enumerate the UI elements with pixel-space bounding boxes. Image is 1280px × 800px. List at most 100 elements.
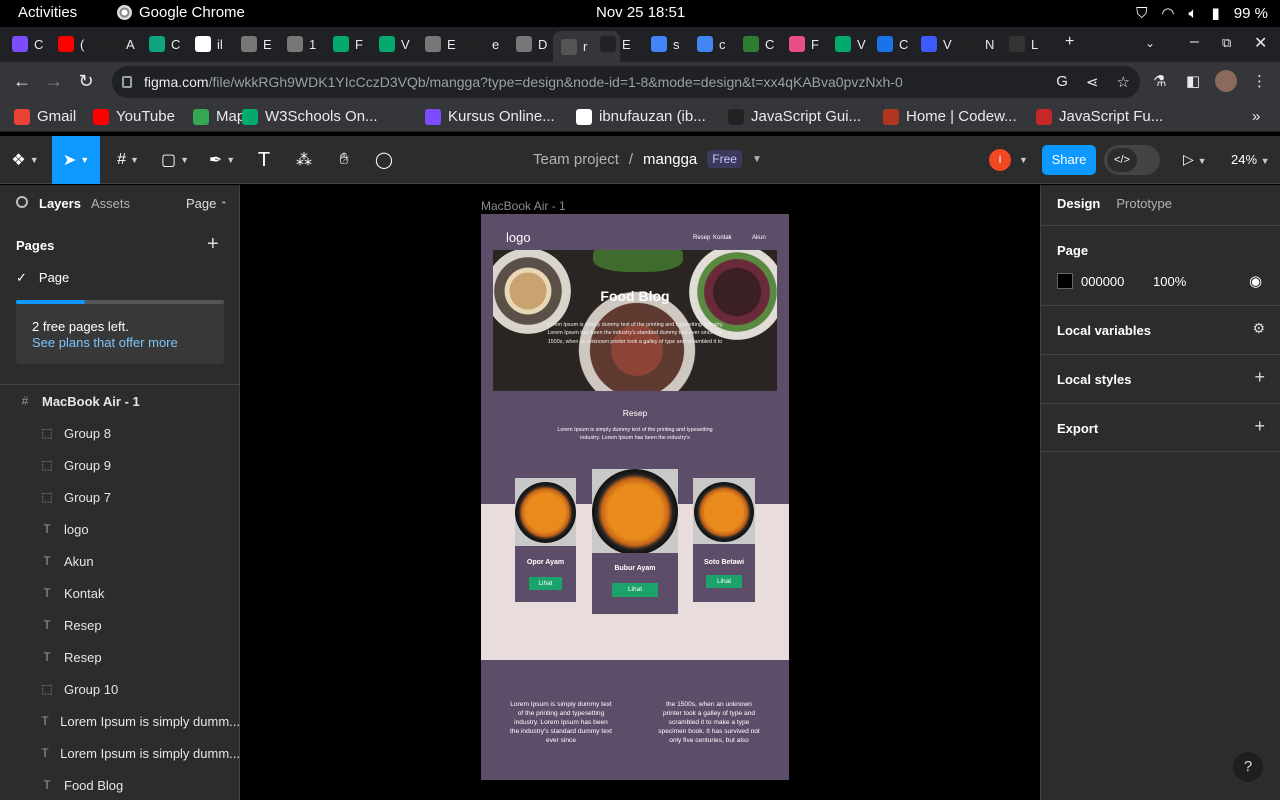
bookmark-item[interactable]: Kursus Online... xyxy=(425,108,555,125)
bookmark-item[interactable]: W3Schools On... xyxy=(242,108,378,125)
design-nav-resep[interactable]: Resep xyxy=(693,235,710,241)
flask-icon[interactable]: ⚗ xyxy=(1153,72,1166,90)
recipe-card[interactable]: Opor Ayam Lihat xyxy=(515,478,576,602)
local-variables-section[interactable]: Local variables ⚙ xyxy=(1041,305,1280,354)
design-nav-akun[interactable]: Akun xyxy=(752,235,766,241)
browser-tab[interactable]: F xyxy=(333,31,363,57)
browser-tab[interactable]: V xyxy=(835,31,866,57)
browser-tab[interactable]: V xyxy=(379,31,410,57)
recipe-name[interactable]: Soto Betawi xyxy=(693,559,755,566)
page-item[interactable]: ✓ Page xyxy=(16,270,69,286)
browser-tab[interactable]: c xyxy=(697,31,726,57)
profile-avatar[interactable] xyxy=(1215,70,1237,92)
browser-tab[interactable]: E xyxy=(425,31,456,57)
browser-tab[interactable]: C xyxy=(149,31,180,57)
browser-tab[interactable]: ( xyxy=(58,31,84,57)
dev-mode-toggle[interactable]: </> xyxy=(1104,145,1160,175)
recipe-name[interactable]: Bubur Ayam xyxy=(592,565,678,572)
macbook-frame[interactable]: logo Resep Kontak Akun Food Blog Lorem I… xyxy=(481,214,789,780)
bookmark-item[interactable]: JavaScript Fu... xyxy=(1036,108,1163,125)
bookmark-star-icon[interactable]: ☆ xyxy=(1117,73,1130,91)
tab-prototype[interactable]: Prototype xyxy=(1116,196,1172,211)
browser-tab[interactable]: s xyxy=(651,31,680,57)
share-icon[interactable]: ⋖ xyxy=(1086,73,1099,91)
avatar-chevron-icon[interactable]: ▼ xyxy=(1019,155,1028,165)
hero-title[interactable]: Food Blog xyxy=(493,288,777,304)
variables-settings-icon[interactable]: ⚙ xyxy=(1252,320,1265,337)
help-button[interactable]: ? xyxy=(1233,752,1263,782)
move-tool-button[interactable]: ➤ ▼ xyxy=(52,136,100,184)
layer-item[interactable]: T Kontak xyxy=(0,577,240,609)
hero-text[interactable]: Lorem Ipsum is simply dummy text of the … xyxy=(545,321,725,346)
browser-tab[interactable]: F xyxy=(789,31,819,57)
layer-item[interactable]: T Food Blog xyxy=(0,769,240,800)
bookmark-item[interactable]: Home | Codew... xyxy=(883,108,1017,125)
side-panel-icon[interactable]: ◧ xyxy=(1186,72,1200,90)
recipe-card[interactable]: Bubur Ayam Lihat xyxy=(592,469,678,614)
design-logo[interactable]: logo xyxy=(506,230,531,245)
recipe-card[interactable]: Soto Betawi Lihat xyxy=(693,478,755,602)
layer-item[interactable]: ⬚ Group 9 xyxy=(0,449,240,481)
design-footer[interactable]: Lorem Ipsum is simply dummy text of the … xyxy=(481,660,789,780)
site-info-icon[interactable] xyxy=(122,76,132,88)
design-nav-kontak[interactable]: Kontak xyxy=(713,235,732,241)
user-avatar[interactable]: I xyxy=(989,149,1011,171)
browser-tab[interactable]: C xyxy=(743,31,774,57)
text-tool-button[interactable]: T xyxy=(250,136,278,184)
browser-tab[interactable]: N xyxy=(963,31,994,57)
pen-tool-button[interactable]: ✒ ▼ xyxy=(202,136,242,184)
browser-tab[interactable]: C xyxy=(877,31,908,57)
eye-icon[interactable]: ◉ xyxy=(1249,272,1262,290)
background-hex[interactable]: 000000 xyxy=(1081,274,1124,289)
frame-tool-button[interactable]: # ▼ xyxy=(108,136,148,184)
system-tray[interactable]: ⛉ ◠ 🔈︎ ▮ 99 % xyxy=(1136,4,1268,23)
bookmark-item[interactable]: Gmail xyxy=(14,108,76,125)
more-bookmarks-chevron-icon[interactable]: » xyxy=(1252,108,1260,125)
google-lens-icon[interactable]: G xyxy=(1056,73,1068,91)
page-selector[interactable]: Page ⌃ xyxy=(186,196,228,211)
layer-item[interactable]: T Resep xyxy=(0,609,240,641)
clock[interactable]: Nov 25 18:51 xyxy=(596,4,685,21)
recipe-view-button[interactable]: Lihat xyxy=(706,575,742,588)
add-style-button[interactable]: + xyxy=(1254,367,1265,388)
bookmark-item[interactable]: YouTube xyxy=(93,108,175,125)
background-color-swatch[interactable] xyxy=(1057,273,1073,289)
layer-item[interactable]: ⬚ Group 7 xyxy=(0,481,240,513)
tab-search-chevron-icon[interactable]: ⌄ xyxy=(1145,36,1155,50)
search-icon[interactable] xyxy=(16,196,28,208)
close-window-button[interactable]: ✕ xyxy=(1254,33,1267,53)
see-plans-link[interactable]: See plans that offer more xyxy=(32,335,178,350)
present-button[interactable]: ▷ ▼ xyxy=(1183,151,1207,168)
browser-tab[interactable]: C xyxy=(12,31,43,57)
layer-item[interactable]: ⬚ Group 10 xyxy=(0,673,240,705)
layer-item[interactable]: Tlogo xyxy=(0,513,240,545)
footer-text-right[interactable]: the 1500s, when an unknown printer took … xyxy=(657,700,761,745)
browser-tab[interactable]: E xyxy=(241,31,272,57)
back-button[interactable]: ← xyxy=(11,71,33,92)
layer-item[interactable]: T Akun xyxy=(0,545,240,577)
zoom-menu[interactable]: 24% ▼ xyxy=(1231,152,1270,167)
browser-tab[interactable]: D xyxy=(516,31,547,57)
browser-tab[interactable]: V xyxy=(921,31,952,57)
recipe-name[interactable]: Opor Ayam xyxy=(515,559,576,566)
recipe-view-button[interactable]: Lihat xyxy=(529,577,562,590)
resources-button[interactable]: ⁂ xyxy=(290,136,318,184)
new-tab-button[interactable]: + xyxy=(1065,33,1074,51)
section-text[interactable]: Lorem Ipsum is simply dummy text of the … xyxy=(555,426,715,442)
shape-tool-button[interactable]: ▢ ▼ xyxy=(155,136,195,184)
main-menu-button[interactable]: ❖ ▼ xyxy=(0,136,50,184)
background-opacity[interactable]: 100% xyxy=(1153,274,1186,289)
share-button[interactable]: Share xyxy=(1042,145,1096,175)
browser-tab[interactable]: il xyxy=(195,31,223,57)
tab-design[interactable]: Design xyxy=(1057,196,1100,211)
hand-tool-button[interactable]: ✋︎ xyxy=(330,136,358,184)
hero-image[interactable]: Food Blog Lorem Ipsum is simply dummy te… xyxy=(493,250,777,391)
design-canvas[interactable]: MacBook Air - 1 logo Resep Kontak Akun F… xyxy=(241,185,1039,800)
layer-item[interactable]: # MacBook Air - 1 xyxy=(0,385,240,417)
tab-layers[interactable]: Layers xyxy=(39,196,81,211)
project-name[interactable]: Team project xyxy=(533,151,619,168)
url-text[interactable]: figma.com/file/wkkRGh9WDK1YIcCczD3VQb/ma… xyxy=(144,74,903,90)
more-menu-icon[interactable]: ⋮ xyxy=(1252,72,1267,90)
section-title[interactable]: Resep xyxy=(481,408,789,418)
layer-item[interactable]: T Resep xyxy=(0,641,240,673)
